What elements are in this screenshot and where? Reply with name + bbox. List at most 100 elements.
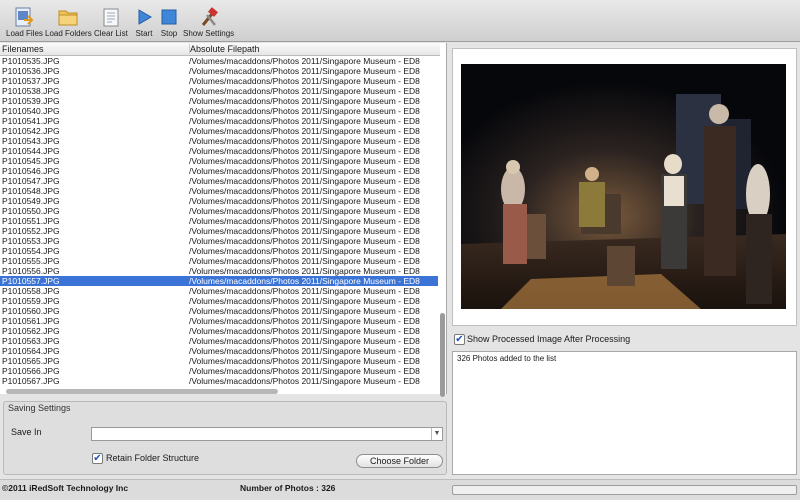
table-row[interactable]: P1010543.JPG/Volumes/macaddons/Photos 20… (0, 136, 438, 146)
row-filepath: /Volumes/macaddons/Photos 2011/Singapore… (189, 96, 420, 106)
row-filepath: /Volumes/macaddons/Photos 2011/Singapore… (189, 136, 420, 146)
save-in-combobox[interactable]: ▼ (91, 427, 443, 441)
row-filename: P1010545.JPG (2, 156, 60, 166)
stop-icon (161, 9, 177, 25)
row-filename: P1010546.JPG (2, 166, 60, 176)
table-row[interactable]: P1010556.JPG/Volumes/macaddons/Photos 20… (0, 266, 438, 276)
progress-bar (452, 485, 797, 495)
row-filepath: /Volumes/macaddons/Photos 2011/Singapore… (189, 126, 420, 136)
row-filepath: /Volumes/macaddons/Photos 2011/Singapore… (189, 276, 420, 286)
row-filepath: /Volumes/macaddons/Photos 2011/Singapore… (189, 156, 420, 166)
start-icon (138, 9, 152, 25)
column-header-filepath[interactable]: Absolute Filepath (189, 44, 260, 54)
table-row[interactable]: P1010551.JPG/Volumes/macaddons/Photos 20… (0, 216, 438, 226)
row-filepath: /Volumes/macaddons/Photos 2011/Singapore… (189, 66, 420, 76)
table-row[interactable]: P1010546.JPG/Volumes/macaddons/Photos 20… (0, 166, 438, 176)
show-settings-button[interactable]: Show Settings (183, 6, 234, 38)
table-row[interactable]: P1010535.JPG/Volumes/macaddons/Photos 20… (0, 56, 438, 66)
row-filepath: /Volumes/macaddons/Photos 2011/Singapore… (189, 376, 420, 386)
table-row[interactable]: P1010540.JPG/Volumes/macaddons/Photos 20… (0, 106, 438, 116)
choose-folder-button[interactable]: Choose Folder (356, 454, 443, 468)
row-filepath: /Volumes/macaddons/Photos 2011/Singapore… (189, 146, 420, 156)
table-row[interactable]: P1010537.JPG/Volumes/macaddons/Photos 20… (0, 76, 438, 86)
row-filepath: /Volumes/macaddons/Photos 2011/Singapore… (189, 226, 420, 236)
clear-list-icon (103, 8, 119, 27)
row-filepath: /Volumes/macaddons/Photos 2011/Singapore… (189, 176, 420, 186)
row-filename: P1010556.JPG (2, 266, 60, 276)
row-filepath: /Volumes/macaddons/Photos 2011/Singapore… (189, 346, 420, 356)
load-files-icon (15, 7, 34, 27)
checkmark-icon: ✔ (455, 334, 464, 345)
table-row[interactable]: P1010548.JPG/Volumes/macaddons/Photos 20… (0, 186, 438, 196)
horizontal-scrollbar[interactable] (6, 389, 278, 394)
table-row[interactable]: P1010545.JPG/Volumes/macaddons/Photos 20… (0, 156, 438, 166)
row-filename: P1010543.JPG (2, 136, 60, 146)
table-row[interactable]: P1010567.JPG/Volumes/macaddons/Photos 20… (0, 376, 438, 386)
table-row[interactable]: P1010550.JPG/Volumes/macaddons/Photos 20… (0, 206, 438, 216)
table-row[interactable]: P1010552.JPG/Volumes/macaddons/Photos 20… (0, 226, 438, 236)
toolbar: Load Files Load Folders Clear List Start… (0, 0, 800, 42)
row-filename: P1010552.JPG (2, 226, 60, 236)
retain-folder-checkbox[interactable]: ✔ (92, 453, 103, 464)
load-folders-button[interactable]: Load Folders (45, 6, 92, 38)
row-filepath: /Volumes/macaddons/Photos 2011/Singapore… (189, 206, 420, 216)
dropdown-arrow-icon[interactable]: ▼ (431, 428, 442, 440)
table-row[interactable]: P1010541.JPG/Volumes/macaddons/Photos 20… (0, 116, 438, 126)
row-filepath: /Volumes/macaddons/Photos 2011/Singapore… (189, 266, 420, 276)
row-filepath: /Volumes/macaddons/Photos 2011/Singapore… (189, 326, 420, 336)
row-filepath: /Volumes/macaddons/Photos 2011/Singapore… (189, 316, 420, 326)
table-row[interactable]: P1010561.JPG/Volumes/macaddons/Photos 20… (0, 316, 438, 326)
clear-list-button[interactable]: Clear List (94, 6, 128, 38)
show-settings-label: Show Settings (183, 29, 235, 38)
table-row[interactable]: P1010564.JPG/Volumes/macaddons/Photos 20… (0, 346, 438, 356)
table-row[interactable]: P1010549.JPG/Volumes/macaddons/Photos 20… (0, 196, 438, 206)
table-row[interactable]: P1010538.JPG/Volumes/macaddons/Photos 20… (0, 86, 438, 96)
row-filepath: /Volumes/macaddons/Photos 2011/Singapore… (189, 56, 420, 66)
column-header-filenames[interactable]: Filenames (2, 44, 44, 54)
row-filename: P1010555.JPG (2, 256, 60, 266)
row-filepath: /Volumes/macaddons/Photos 2011/Singapore… (189, 286, 420, 296)
clear-list-label: Clear List (94, 29, 128, 38)
saving-settings-title: Saving Settings (8, 403, 71, 413)
row-filename: P1010535.JPG (2, 56, 60, 66)
table-row[interactable]: P1010547.JPG/Volumes/macaddons/Photos 20… (0, 176, 438, 186)
row-filepath: /Volumes/macaddons/Photos 2011/Singapore… (189, 76, 420, 86)
table-row[interactable]: P1010558.JPG/Volumes/macaddons/Photos 20… (0, 286, 438, 296)
table-row[interactable]: P1010539.JPG/Volumes/macaddons/Photos 20… (0, 96, 438, 106)
row-filename: P1010541.JPG (2, 116, 60, 126)
table-row[interactable]: P1010566.JPG/Volumes/macaddons/Photos 20… (0, 366, 438, 376)
load-files-button[interactable]: Load Files (6, 6, 43, 38)
show-processed-checkbox[interactable]: ✔ (454, 334, 465, 345)
table-row[interactable]: P1010563.JPG/Volumes/macaddons/Photos 20… (0, 336, 438, 346)
load-files-label: Load Files (6, 29, 43, 38)
table-row[interactable]: P1010565.JPG/Volumes/macaddons/Photos 20… (0, 356, 438, 366)
table-row[interactable]: P1010557.JPG/Volumes/macaddons/Photos 20… (0, 276, 438, 286)
row-filename: P1010540.JPG (2, 106, 60, 116)
stop-label: Stop (160, 29, 178, 38)
table-row[interactable]: P1010553.JPG/Volumes/macaddons/Photos 20… (0, 236, 438, 246)
row-filename: P1010547.JPG (2, 176, 60, 186)
log-textarea[interactable]: 326 Photos added to the list (452, 351, 797, 475)
table-row[interactable]: P1010536.JPG/Volumes/macaddons/Photos 20… (0, 66, 438, 76)
row-filename: P1010549.JPG (2, 196, 60, 206)
row-filepath: /Volumes/macaddons/Photos 2011/Singapore… (189, 216, 420, 226)
table-row[interactable]: P1010560.JPG/Volumes/macaddons/Photos 20… (0, 306, 438, 316)
row-filename: P1010536.JPG (2, 66, 60, 76)
row-filename: P1010557.JPG (2, 276, 60, 286)
table-row[interactable]: P1010555.JPG/Volumes/macaddons/Photos 20… (0, 256, 438, 266)
checkmark-icon: ✔ (93, 453, 102, 464)
table-row[interactable]: P1010544.JPG/Volumes/macaddons/Photos 20… (0, 146, 438, 156)
vertical-scrollbar[interactable] (440, 313, 445, 397)
table-row[interactable]: P1010559.JPG/Volumes/macaddons/Photos 20… (0, 296, 438, 306)
start-button[interactable]: Start (133, 6, 155, 38)
load-folders-icon (58, 10, 78, 26)
row-filename: P1010538.JPG (2, 86, 60, 96)
table-row[interactable]: P1010554.JPG/Volumes/macaddons/Photos 20… (0, 246, 438, 256)
row-filepath: /Volumes/macaddons/Photos 2011/Singapore… (189, 196, 420, 206)
stop-button[interactable]: Stop (158, 6, 180, 38)
row-filename: P1010554.JPG (2, 246, 60, 256)
file-list-header: Filenames Absolute Filepath (0, 43, 440, 56)
row-filename: P1010561.JPG (2, 316, 60, 326)
table-row[interactable]: P1010542.JPG/Volumes/macaddons/Photos 20… (0, 126, 438, 136)
table-row[interactable]: P1010562.JPG/Volumes/macaddons/Photos 20… (0, 326, 438, 336)
